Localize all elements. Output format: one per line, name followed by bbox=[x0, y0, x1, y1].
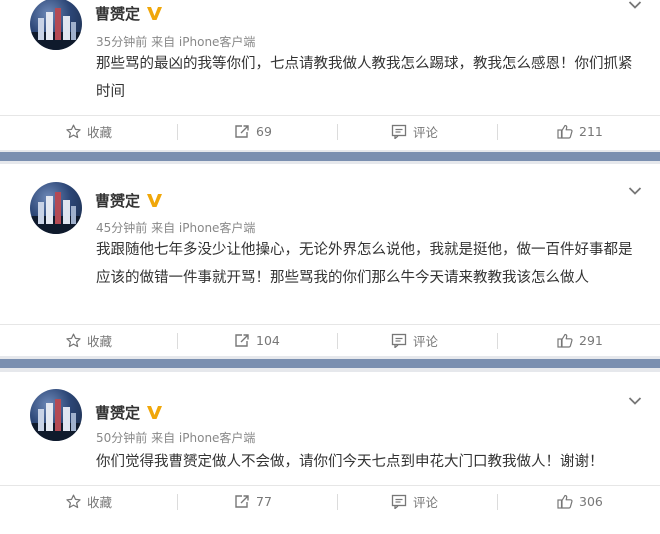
divider bbox=[337, 124, 338, 140]
star-icon bbox=[66, 124, 81, 138]
chevron-down-icon[interactable] bbox=[628, 0, 642, 10]
repost-icon bbox=[235, 124, 249, 138]
comment-icon bbox=[391, 124, 407, 139]
like-button[interactable]: 291 bbox=[557, 325, 603, 355]
post-meta: 45分钟前 来自 iPhone客户端 bbox=[96, 219, 255, 236]
verified-v-icon bbox=[147, 406, 162, 419]
avatar[interactable] bbox=[30, 182, 82, 234]
avatar[interactable] bbox=[30, 389, 82, 441]
thumbs-up-icon bbox=[557, 124, 573, 139]
post-separator bbox=[0, 150, 660, 164]
favorite-label: 收藏 bbox=[87, 333, 113, 349]
repost-button[interactable]: 104 bbox=[234, 325, 280, 355]
post-separator bbox=[0, 356, 660, 372]
comment-icon bbox=[391, 494, 407, 509]
divider bbox=[497, 333, 498, 349]
star-icon bbox=[66, 333, 81, 347]
post-source: 来自 iPhone客户端 bbox=[151, 35, 256, 49]
comment-button[interactable]: 评论 bbox=[391, 116, 438, 146]
divider bbox=[177, 333, 178, 349]
author-name[interactable]: 曹赟定 bbox=[95, 190, 140, 211]
post-meta: 50分钟前 来自 iPhone客户端 bbox=[96, 429, 255, 446]
weibo-post: 曹赟定 35分钟前 来自 iPhone客户端 那些骂的最凶的我等你们，七点请教我… bbox=[0, 0, 660, 152]
separator-band bbox=[0, 359, 660, 368]
star-icon bbox=[66, 494, 81, 508]
favorite-label: 收藏 bbox=[87, 494, 113, 510]
post-text: 你们觉得我曹赟定做人不会做，请你们今天七点到申花大门口教我做人！谢谢！ bbox=[96, 454, 604, 470]
comment-label: 评论 bbox=[413, 124, 439, 140]
post-time[interactable]: 45分钟前 bbox=[96, 221, 147, 235]
weibo-post: 曹赟定 45分钟前 来自 iPhone客户端 我跟随他七年多没少让他操心，无论外… bbox=[0, 164, 660, 358]
action-bar: 收藏 69 评论 211 bbox=[0, 115, 660, 146]
separator-band bbox=[0, 152, 660, 161]
author-name[interactable]: 曹赟定 bbox=[95, 402, 140, 423]
repost-icon bbox=[235, 333, 249, 347]
action-bar: 收藏 104 评论 291 bbox=[0, 324, 660, 355]
comment-label: 评论 bbox=[413, 494, 439, 510]
repost-count: 69 bbox=[256, 123, 272, 139]
post-source: 来自 iPhone客户端 bbox=[151, 431, 256, 445]
like-button[interactable]: 306 bbox=[557, 486, 603, 516]
divider bbox=[177, 494, 178, 510]
repost-icon bbox=[235, 494, 249, 508]
favorite-button[interactable]: 收藏 bbox=[66, 116, 112, 146]
author-name[interactable]: 曹赟定 bbox=[95, 3, 140, 24]
weibo-post: 曹赟定 50分钟前 来自 iPhone客户端 你们觉得我曹赟定做人不会做，请你们… bbox=[0, 372, 660, 534]
post-source: 来自 iPhone客户端 bbox=[151, 221, 256, 235]
repost-button[interactable]: 77 bbox=[234, 486, 272, 516]
post-text: 我跟随他七年多没少让他操心，无论外界怎么说他，我就是挺他，做一百件好事都是应该的… bbox=[96, 242, 633, 286]
thumbs-up-icon bbox=[557, 494, 573, 509]
like-button[interactable]: 211 bbox=[557, 116, 603, 146]
chevron-down-icon[interactable] bbox=[628, 186, 642, 196]
favorite-button[interactable]: 收藏 bbox=[66, 486, 112, 516]
divider bbox=[177, 124, 178, 140]
repost-button[interactable]: 69 bbox=[234, 116, 272, 146]
repost-count: 104 bbox=[256, 332, 280, 348]
divider bbox=[497, 494, 498, 510]
comment-button[interactable]: 评论 bbox=[391, 486, 438, 516]
comment-button[interactable]: 评论 bbox=[391, 325, 438, 355]
post-time[interactable]: 50分钟前 bbox=[96, 431, 147, 445]
post-meta: 35分钟前 来自 iPhone客户端 bbox=[96, 33, 255, 50]
comment-icon bbox=[391, 333, 407, 348]
chevron-down-icon[interactable] bbox=[628, 396, 642, 406]
divider bbox=[337, 494, 338, 510]
thumbs-up-icon bbox=[557, 333, 573, 348]
verified-v-icon bbox=[147, 7, 162, 20]
like-count: 211 bbox=[579, 123, 603, 139]
divider bbox=[497, 124, 498, 140]
repost-count: 77 bbox=[256, 493, 272, 509]
favorite-label: 收藏 bbox=[87, 124, 113, 140]
post-text: 那些骂的最凶的我等你们，七点请教我做人教我怎么踢球，教我怎么感恩！你们抓紧时间 bbox=[96, 56, 633, 100]
action-bar: 收藏 77 评论 306 bbox=[0, 485, 660, 516]
like-count: 291 bbox=[579, 332, 603, 348]
comment-label: 评论 bbox=[413, 333, 439, 349]
post-time[interactable]: 35分钟前 bbox=[96, 35, 147, 49]
weibo-feed: 曹赟定 35分钟前 来自 iPhone客户端 那些骂的最凶的我等你们，七点请教我… bbox=[0, 0, 660, 534]
like-count: 306 bbox=[579, 493, 603, 509]
favorite-button[interactable]: 收藏 bbox=[66, 325, 112, 355]
divider bbox=[337, 333, 338, 349]
verified-v-icon bbox=[147, 194, 162, 207]
avatar[interactable] bbox=[30, 0, 82, 50]
